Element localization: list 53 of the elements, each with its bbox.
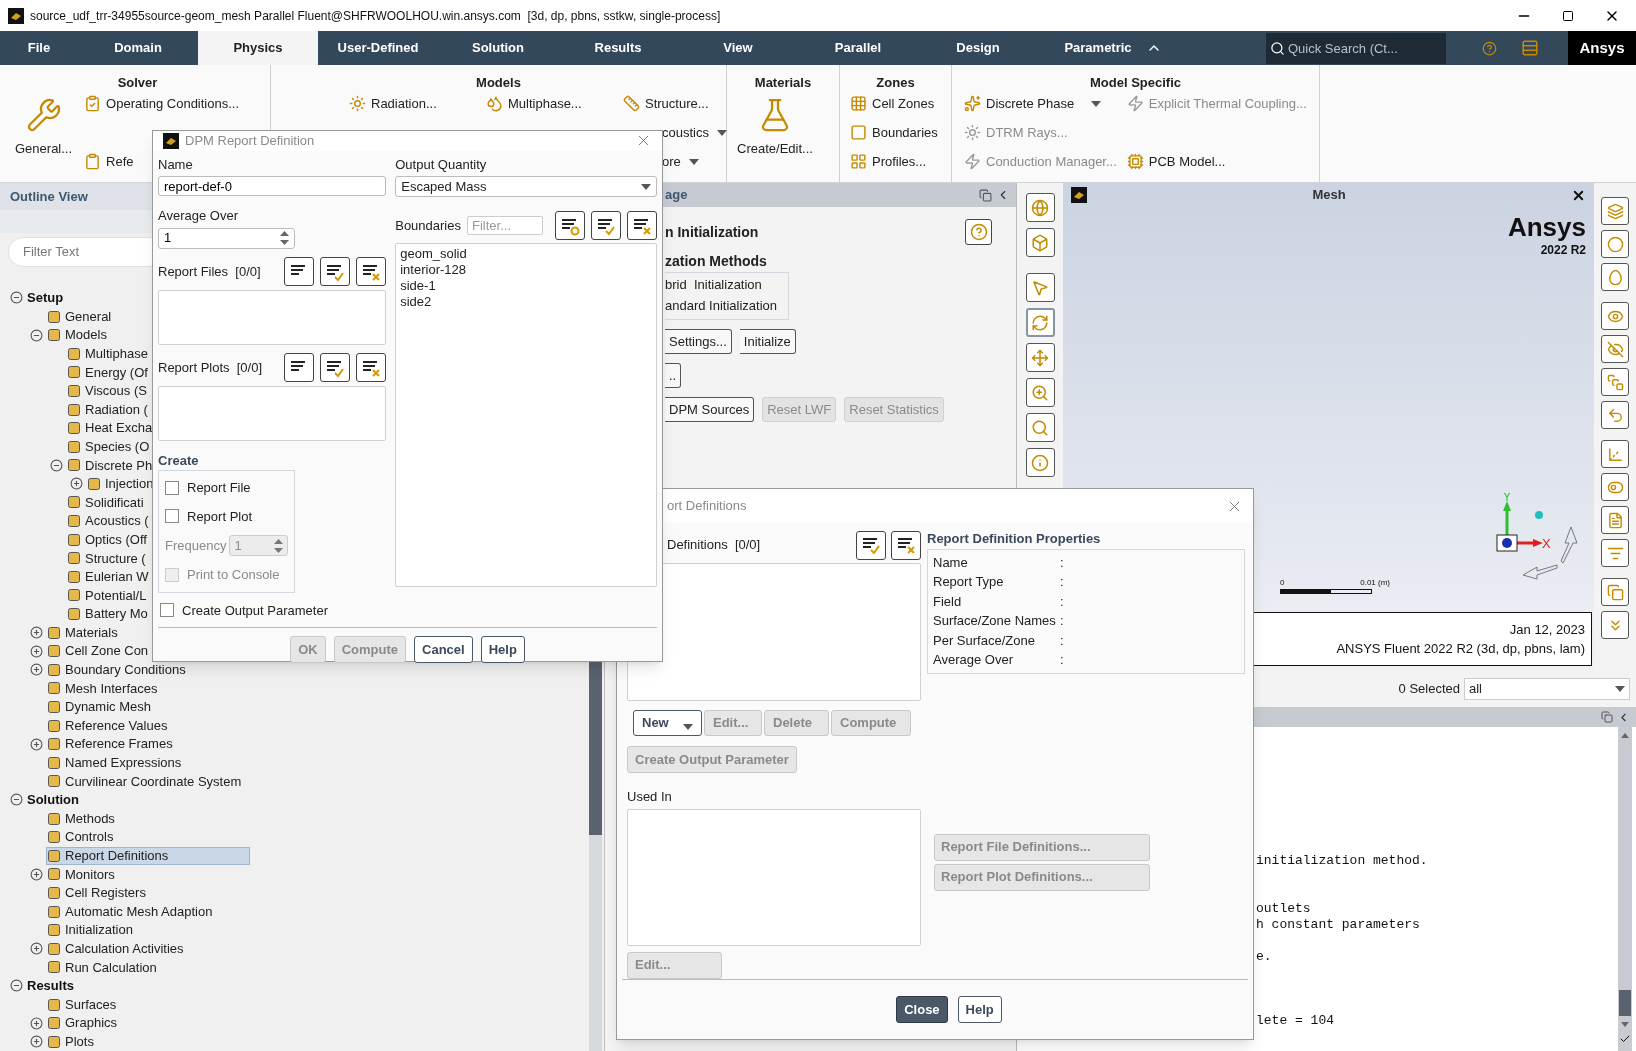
dialog-title: ort Definitions [667, 497, 747, 516]
field-label: Frequency [165, 536, 227, 555]
selection-count: 0 Selected [1398, 679, 1460, 698]
property-label: Per Surface/Zone [933, 631, 1036, 650]
property-separator: : [1060, 612, 1064, 630]
property-separator: : [1060, 631, 1064, 650]
console-line: h constant parameters [1256, 917, 1421, 933]
property-separator: : [1060, 651, 1064, 669]
section-heading: n Initialization [665, 222, 759, 242]
field-label: Boundaries [395, 216, 461, 235]
checkbox-label: Report File [187, 479, 251, 497]
checkbox-label: Print to Console [187, 566, 280, 584]
console-line: lete = 104 [1256, 1013, 1335, 1029]
group-title: zation Methods [665, 252, 768, 271]
graphics-title: Mesh [1312, 186, 1346, 205]
property-label: Surface/Zone Names [933, 612, 1057, 630]
version-label: 2022 R2 [1540, 242, 1586, 259]
property-label: Name [933, 553, 969, 572]
console-line: e. [1256, 949, 1273, 965]
property-separator: : [1060, 573, 1064, 591]
field-label: Name [158, 155, 194, 174]
list-label: Report Plots [0/0] [158, 358, 264, 377]
field-label: Average Over [158, 207, 239, 225]
property-label: Report Type [933, 573, 1005, 591]
console-line: outlets [1256, 901, 1312, 917]
brand-logo: Ansys [1568, 31, 1636, 65]
scale-label: 0 [1280, 577, 1285, 589]
window-title: source_udf_trr-34955source-geom_mesh Parallel Fluent@SHFRWOOLHOU.win.ansys.com [3d, dp, pbns, sstkw, single-process] [30, 7, 721, 25]
panel-title: Outline View [10, 187, 88, 206]
console-line: initialization method. [1256, 853, 1429, 869]
info-date: Jan 12, 2023 [1509, 620, 1585, 639]
dialog-title: DPM Report Definition [185, 132, 315, 150]
ribbon-group-title: Zones [875, 74, 916, 92]
ribbon-group-title: Models [475, 74, 522, 92]
group-title: Create [158, 451, 200, 470]
ribbon-group-title: Solver [116, 74, 159, 92]
axis-triad-drawing: Y X [1489, 493, 1553, 563]
list-label: Definitions [0/0] [666, 536, 762, 555]
property-separator: : [1060, 592, 1064, 611]
info-product: ANSYS Fluent 2022 R2 (3d, dp, pbns, lam) [1336, 640, 1585, 658]
logo: Ansys [1507, 213, 1586, 241]
scale-label: 0.01 (m) [1360, 577, 1390, 589]
section-heading: Report Definition Properties [927, 530, 1102, 548]
checkbox-label: Report Plot [187, 507, 253, 526]
panel-title: age [665, 186, 688, 205]
property-label: Average Over [933, 651, 1014, 669]
property-separator: : [1060, 553, 1064, 572]
field-label: Output Quantity [395, 155, 488, 174]
property-label: Field [933, 592, 963, 611]
checkbox-label: Create Output Parameter [182, 601, 328, 620]
list-label: Used In [627, 788, 673, 806]
ribbon-group-title: Materials [753, 74, 813, 92]
ribbon-group-title: Model Specific [1089, 74, 1182, 92]
